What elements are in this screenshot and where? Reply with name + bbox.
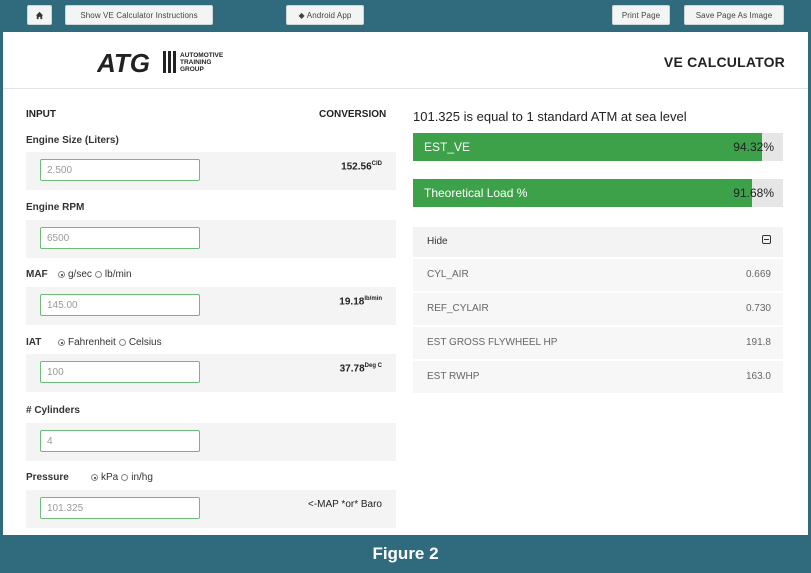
iat-fahrenheit-label: Fahrenheit — [68, 337, 116, 348]
maf-conv-unit: lb/min — [364, 296, 382, 302]
cylinders-row: 4 — [26, 423, 396, 461]
engine-rpm-row: 6500 — [26, 220, 396, 258]
hide-label: Hide — [427, 236, 448, 247]
est-ve-value: 94.32% — [733, 140, 774, 154]
maf-conversion: 19.18lb/min — [339, 296, 382, 307]
pressure-row: 101.325 <-MAP *or* Baro — [26, 490, 396, 528]
engine-size-row: 2.500 152.56CID — [26, 152, 396, 190]
stat-name: EST RWHP — [427, 371, 480, 382]
input-header: INPUT — [26, 109, 56, 120]
conversion-header: CONVERSION — [319, 109, 387, 120]
theoretical-load-value: 91.68% — [733, 186, 774, 200]
maf-lbmin-label: lb/min — [104, 269, 132, 280]
pressure-input[interactable]: 101.325 — [40, 497, 200, 519]
stats-table: Hide CYL_AIR 0.669 REF_CYLAIR 0.730 EST … — [413, 227, 783, 395]
engine-size-conversion: 152.56CID — [341, 161, 382, 172]
pressure-kpa-label: kPa — [101, 472, 119, 483]
engine-size-conv-value: 152.56 — [341, 161, 372, 173]
hide-toggle-row[interactable]: Hide — [413, 227, 783, 259]
atg-logo: ATG AUTOMOTIVE TRAINING GROUP — [96, 47, 277, 78]
stat-name: REF_CYLAIR — [427, 303, 489, 314]
iat-input[interactable]: 100 — [40, 361, 200, 383]
show-instructions-button[interactable]: Show VE Calculator Instructions — [65, 5, 213, 25]
toolbar: Show VE Calculator Instructions ◆ Androi… — [0, 0, 811, 30]
cylinders-label: # Cylinders — [26, 405, 80, 416]
page-header: ATG AUTOMOTIVE TRAINING GROUP VE CALCULA… — [3, 32, 808, 89]
logo-sub-3: GROUP — [180, 66, 205, 73]
iat-label: IAT — [26, 337, 42, 348]
pressure-unit-options: kPa in/hg — [91, 472, 153, 483]
android-app-label: Android App — [306, 10, 352, 20]
pressure-label: Pressure — [26, 472, 69, 483]
est-ve-bar: EST_VE 94.32% — [413, 133, 783, 161]
theoretical-load-label: Theoretical Load % — [424, 186, 528, 200]
stat-row: CYL_AIR 0.669 — [413, 259, 783, 293]
main-panel: ATG AUTOMOTIVE TRAINING GROUP VE CALCULA… — [3, 32, 808, 535]
maf-label: MAF — [26, 269, 48, 280]
atm-note: 101.325 is equal to 1 standard ATM at se… — [413, 109, 687, 124]
iat-unit-options: Fahrenheit Celsius — [58, 337, 162, 348]
atg-logo-graphic: ATG AUTOMOTIVE TRAINING GROUP — [96, 48, 224, 78]
engine-size-conv-unit: CID — [371, 161, 382, 167]
engine-rpm-label: Engine RPM — [26, 202, 85, 213]
stat-row: REF_CYLAIR 0.730 — [413, 293, 783, 327]
maf-lbmin-radio[interactable] — [94, 271, 102, 278]
maf-gsec-label: g/sec — [68, 269, 92, 280]
pressure-note: <-MAP *or* Baro — [307, 499, 382, 510]
page-title: VE CALCULATOR — [663, 54, 785, 70]
android-app-button[interactable]: ◆ Android App — [286, 5, 364, 25]
theoretical-load-bar: Theoretical Load % 91.68% — [413, 179, 783, 207]
logo-sub-1: AUTOMOTIVE — [180, 52, 224, 59]
stat-value: 0.669 — [745, 269, 771, 280]
figure-caption: Figure 2 — [372, 543, 439, 563]
iat-celsius-radio[interactable] — [118, 339, 126, 346]
est-ve-label: EST_VE — [424, 140, 471, 154]
stat-row: EST GROSS FLYWHEEL HP 191.8 — [413, 327, 783, 361]
iat-conv-value: 37.78 — [339, 363, 365, 375]
collapse-icon[interactable] — [762, 235, 771, 244]
stat-value: 163.0 — [745, 371, 771, 382]
pressure-inhg-radio[interactable] — [121, 474, 129, 481]
iat-conv-unit: Deg C — [364, 363, 382, 369]
engine-size-input[interactable]: 2.500 — [40, 159, 200, 181]
maf-conv-value: 19.18 — [339, 296, 365, 308]
maf-gsec-radio[interactable] — [58, 271, 65, 278]
stat-row: EST RWHP 163.0 — [413, 361, 783, 395]
cylinders-input[interactable]: 4 — [40, 430, 200, 452]
iat-celsius-label: Celsius — [128, 337, 162, 348]
save-page-as-image-button[interactable]: Save Page As Image — [684, 5, 784, 25]
maf-input[interactable]: 145.00 — [40, 294, 200, 316]
maf-unit-options: g/sec lb/min — [58, 269, 132, 280]
engine-rpm-input[interactable]: 6500 — [40, 227, 200, 249]
iat-row: 100 37.78Deg C — [26, 354, 396, 392]
stat-value: 0.730 — [745, 303, 771, 314]
home-button[interactable] — [27, 5, 52, 25]
iat-fahrenheit-radio[interactable] — [58, 339, 65, 346]
pressure-inhg-label: in/hg — [131, 472, 153, 483]
engine-size-label: Engine Size (Liters) — [26, 135, 119, 146]
iat-conversion: 37.78Deg C — [340, 363, 382, 374]
logo-text: ATG — [97, 48, 150, 77]
stat-name: CYL_AIR — [427, 269, 469, 280]
maf-row: 145.00 19.18lb/min — [26, 287, 396, 325]
home-icon — [35, 11, 44, 19]
logo-sub-2: TRAINING — [180, 59, 211, 66]
stat-value: 191.8 — [745, 337, 771, 348]
pressure-kpa-radio[interactable] — [91, 474, 98, 481]
android-icon: ◆ — [298, 10, 305, 20]
stat-name: EST GROSS FLYWHEEL HP — [427, 337, 558, 348]
print-page-button[interactable]: Print Page — [612, 5, 670, 25]
